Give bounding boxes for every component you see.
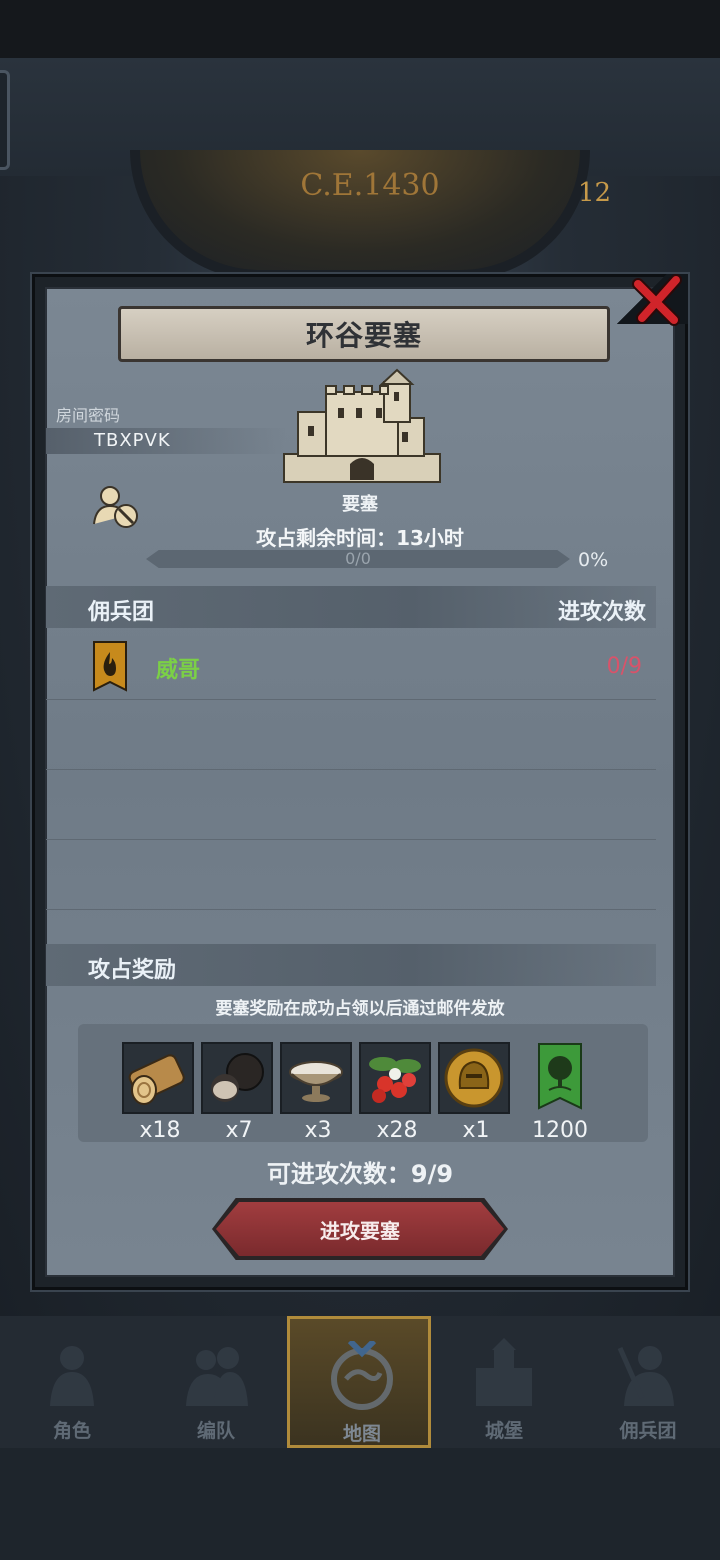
empty-row	[46, 700, 656, 770]
fire-banner-icon	[93, 641, 127, 692]
nav-label: 佣兵团	[619, 1420, 677, 1442]
side-tab[interactable]	[0, 70, 10, 170]
truffle-icon	[211, 1053, 264, 1102]
nav-tab-character[interactable]: 角色	[0, 1316, 144, 1448]
reward-item-wood[interactable]	[122, 1042, 194, 1114]
progress-percent: 0%	[578, 549, 609, 571]
reward-qty: 1200	[532, 1118, 588, 1143]
status-bar-area	[0, 0, 720, 58]
wood-log-icon	[128, 1054, 185, 1105]
helmet-coin-icon	[444, 1048, 504, 1108]
mercenary-header: 佣兵团	[88, 600, 155, 625]
reward-note: 要塞奖励在成功占领以后通过邮件发放	[215, 999, 505, 1019]
knight-icon	[50, 1346, 94, 1406]
capture-progress-bar: 0/0	[146, 550, 570, 568]
reward-item-berries[interactable]	[359, 1042, 431, 1114]
castle-icon	[283, 368, 441, 483]
time-remaining: 攻占剩余时间：13小时	[256, 526, 464, 550]
castle-nav-icon	[476, 1338, 532, 1406]
title-banner: 环谷要塞	[118, 306, 610, 362]
nav-label: 编队	[196, 1420, 235, 1442]
map-compass-icon	[331, 1341, 393, 1410]
progress-text: 0/0	[345, 549, 371, 568]
nav-tab-mercenary[interactable]: 佣兵团	[576, 1316, 720, 1448]
year-label: C.E.1430	[300, 168, 440, 203]
mercenary-attack-count: 0/9	[606, 654, 642, 679]
attack-count-header: 进攻次数	[557, 600, 646, 625]
reward-item-helmet[interactable]	[438, 1042, 510, 1114]
nav-tab-castle[interactable]: 城堡	[432, 1316, 576, 1448]
empty-row	[46, 770, 656, 840]
mercenary-row[interactable]: 威哥 0/9	[46, 630, 656, 700]
salt-bowl-icon	[289, 1061, 343, 1102]
berries-icon	[369, 1057, 421, 1103]
mercenary-icon	[617, 1346, 674, 1406]
bottom-safe-area	[0, 1448, 720, 1560]
era-dial: C.E.1430	[130, 150, 590, 280]
reward-header: 攻占奖励	[88, 958, 177, 983]
reward-item-truffle[interactable]	[201, 1042, 273, 1114]
formation-icon	[186, 1347, 248, 1406]
dial-number: 12	[578, 178, 612, 208]
attack-button-label: 进攻要塞	[320, 1218, 400, 1243]
empty-row	[46, 840, 656, 910]
close-icon[interactable]	[630, 272, 686, 328]
dialog-title: 环谷要塞	[305, 319, 422, 352]
nav-tab-map[interactable]: 地图	[287, 1316, 431, 1448]
tree-banner-icon[interactable]	[537, 1042, 583, 1112]
nav-label: 城堡	[484, 1420, 523, 1442]
reward-section-header: 攻占奖励	[46, 944, 656, 986]
available-attacks: 可进攻次数：9/9	[266, 1160, 454, 1188]
mercenary-name: 威哥	[156, 658, 201, 683]
nav-label: 地图	[342, 1423, 381, 1445]
room-password-label: 房间密码	[56, 406, 121, 425]
room-code[interactable]: TBXPVK	[94, 430, 171, 451]
attack-fortress-button[interactable]: 进攻要塞	[216, 1202, 504, 1256]
reward-item-salt[interactable]	[280, 1042, 352, 1114]
nav-label: 角色	[52, 1420, 91, 1442]
mercenary-section-header: 佣兵团 进攻次数	[46, 586, 656, 628]
bottom-nav: 角色 编队 地图 城堡 佣兵团	[0, 1316, 720, 1448]
nav-tab-formation[interactable]: 编队	[144, 1316, 288, 1448]
